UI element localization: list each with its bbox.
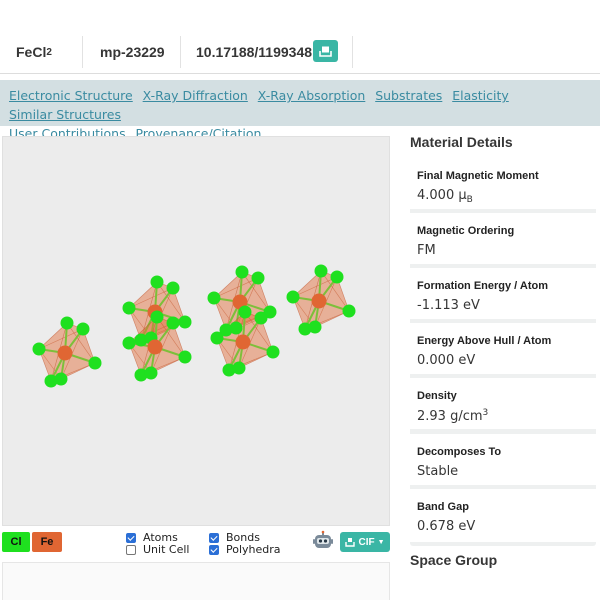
cl-atom	[166, 316, 180, 330]
formula-main: FeCl	[16, 44, 47, 60]
cl-atom	[76, 322, 90, 336]
cl-atom	[166, 281, 180, 295]
detail-label: Decomposes To	[417, 446, 502, 458]
fe-atom	[311, 293, 327, 309]
download-cif-label: CIF	[358, 536, 375, 548]
cl-atom	[122, 336, 136, 350]
checkbox-polyhedra[interactable]	[209, 544, 219, 555]
cl-atom	[251, 271, 265, 285]
cl-atom	[330, 270, 344, 284]
detail-value: -1.113 eV	[417, 298, 480, 313]
chevron-down-icon: ▼	[377, 538, 385, 546]
fe-atom	[57, 345, 73, 361]
detail-density: Density 2.93 g/cm3	[410, 378, 596, 431]
cl-atom	[235, 265, 249, 279]
cl-atom	[178, 315, 192, 329]
doi[interactable]: 10.17188/1199348	[196, 30, 312, 74]
detail-formation-energy: Formation Energy / Atom -1.113 eV	[410, 268, 596, 321]
cl-atom	[229, 321, 243, 335]
nav-link-x-ray-absorption[interactable]: X-Ray Absorption	[258, 88, 366, 103]
cl-atom	[54, 372, 68, 386]
material-header: FeCl 2 mp-23229 10.17188/1199348	[0, 30, 600, 74]
detail-value: FM	[417, 243, 436, 258]
fe-atom	[235, 334, 251, 350]
crystal-structure-render[interactable]	[3, 137, 391, 527]
cl-atom	[210, 331, 224, 345]
nav-link-electronic-structure[interactable]: Electronic Structure	[9, 88, 133, 103]
detail-energy-above-hull: Energy Above Hull / Atom 0.000 eV	[410, 323, 596, 376]
checkbox-atoms[interactable]	[126, 532, 136, 543]
cl-atom	[32, 342, 46, 356]
header-divider	[82, 36, 83, 68]
cl-atom	[178, 350, 192, 364]
checkbox-unit-cell[interactable]	[126, 544, 136, 555]
cl-atom	[266, 345, 280, 359]
structure-group	[32, 264, 356, 388]
cl-atom	[150, 310, 164, 324]
detail-value: 2.93 g/cm3	[417, 408, 489, 424]
detail-label: Magnetic Ordering	[417, 225, 515, 237]
detail-value: 0.678 eV	[417, 519, 476, 534]
detail-decomposes-to: Decomposes To Stable	[410, 434, 596, 487]
material-details-panel: Final Magnetic Moment 4.000 μB Magnetic …	[410, 158, 596, 546]
cl-atom	[232, 361, 246, 375]
material-details-title: Material Details	[410, 134, 513, 150]
download-icon	[345, 538, 356, 547]
detail-label: Density	[417, 390, 457, 402]
viewer-footer-panel	[2, 562, 390, 600]
cl-atom	[254, 311, 268, 325]
cl-atom	[88, 356, 102, 370]
space-group-title: Space Group	[410, 552, 498, 568]
cl-atom	[314, 264, 328, 278]
cl-atom	[238, 305, 252, 319]
checkbox-bonds[interactable]	[209, 532, 219, 543]
toggle-unit-cell-label: Unit Cell	[143, 543, 190, 556]
header-divider	[180, 36, 181, 68]
fe-atom	[147, 339, 163, 355]
cl-atom	[122, 301, 136, 315]
cite-button[interactable]	[313, 40, 338, 62]
detail-value: Stable	[417, 464, 459, 479]
toggle-unit-cell[interactable]: Unit Cell	[126, 543, 189, 556]
download-cif-button[interactable]: CIF ▼	[340, 532, 390, 552]
cl-atom	[342, 304, 356, 318]
header-divider	[352, 36, 353, 68]
robot-icon[interactable]	[312, 530, 334, 552]
nav-link-substrates[interactable]: Substrates	[375, 88, 442, 103]
structure-viewer[interactable]	[2, 136, 390, 526]
detail-label: Band Gap	[417, 501, 469, 513]
detail-label: Energy Above Hull / Atom	[417, 335, 552, 347]
legend-fe: Fe	[32, 532, 62, 552]
toggle-polyhedra[interactable]: Polyhedra	[209, 543, 281, 556]
detail-magnetic-ordering: Magnetic Ordering FM	[410, 213, 596, 266]
detail-value: 4.000 μB	[417, 188, 473, 205]
material-id: mp-23229	[100, 44, 165, 60]
cl-atom	[286, 290, 300, 304]
toggle-polyhedra-label: Polyhedra	[226, 543, 281, 556]
detail-band-gap: Band Gap 0.678 eV	[410, 489, 596, 542]
bookmark-icon	[319, 46, 332, 57]
legend-cl: Cl	[2, 532, 30, 552]
nav-link-elasticity[interactable]: Elasticity	[452, 88, 509, 103]
cl-atom	[144, 366, 158, 380]
viewer-controls: Cl Fe Atoms Unit Cell Bonds Polyhedra CI…	[0, 528, 392, 558]
nav-link-similar-structures[interactable]: Similar Structures	[9, 107, 121, 122]
cl-atom	[207, 291, 221, 305]
cl-atom	[308, 320, 322, 334]
detail-final-magnetic-moment: Final Magnetic Moment 4.000 μB	[410, 158, 596, 211]
detail-label: Final Magnetic Moment	[417, 170, 539, 182]
detail-label: Formation Energy / Atom	[417, 280, 548, 292]
cl-atom	[150, 275, 164, 289]
nav-link-x-ray-diffraction[interactable]: X-Ray Diffraction	[143, 88, 248, 103]
formula-subscript: 2	[46, 46, 52, 58]
section-nav: Electronic Structure X-Ray Diffraction X…	[0, 80, 600, 141]
cl-atom	[60, 316, 74, 330]
formula: FeCl 2	[16, 30, 52, 74]
detail-value: 0.000 eV	[417, 353, 476, 368]
